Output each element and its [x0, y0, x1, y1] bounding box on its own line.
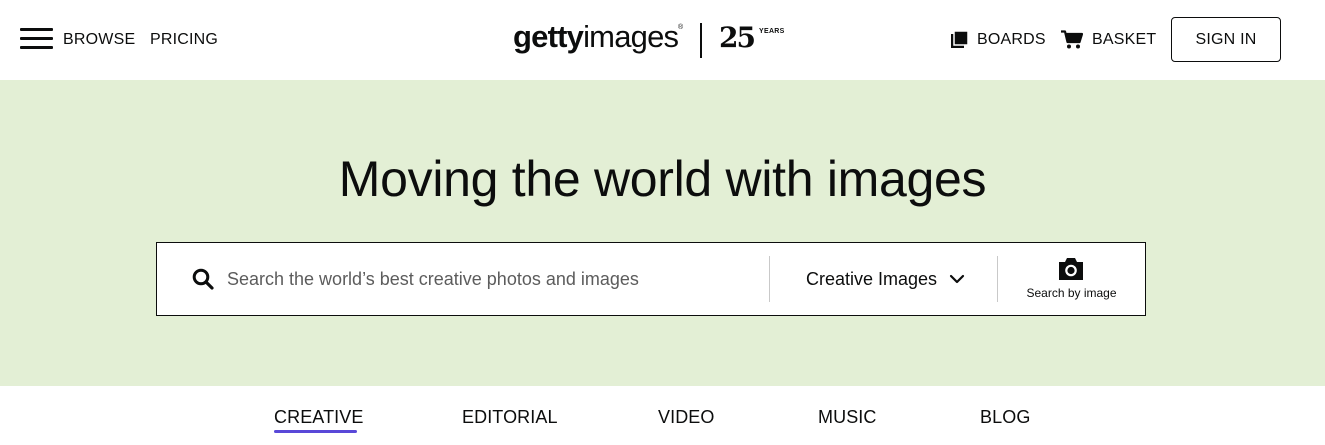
active-tab-indicator	[274, 430, 357, 433]
chevron-down-icon	[949, 274, 965, 284]
browse-link[interactable]: BROWSE	[63, 30, 135, 50]
site-header: BROWSE PRICING gettyimages ® 25 YEARS BO…	[0, 0, 1325, 80]
hamburger-line	[20, 46, 53, 49]
tab-editorial[interactable]: EDITORIAL	[462, 406, 558, 428]
search-icon[interactable]	[192, 268, 214, 290]
content-type-tabs: CREATIVE EDITORIAL VIDEO MUSIC BLOG	[0, 386, 1325, 445]
boards-icon[interactable]	[951, 31, 968, 48]
sign-in-button[interactable]: SIGN IN	[1171, 17, 1281, 62]
hero-title: Moving the world with images	[338, 151, 987, 207]
camera-icon	[1059, 258, 1083, 280]
logo-divider	[700, 23, 702, 58]
cart-icon[interactable]	[1061, 30, 1083, 49]
basket-link[interactable]: BASKET	[1092, 30, 1156, 50]
image-type-dropdown[interactable]: Creative Images	[770, 243, 997, 315]
search-input[interactable]	[227, 261, 747, 297]
tab-music[interactable]: MUSIC	[818, 406, 877, 428]
logo-getty-text: getty	[513, 19, 584, 54]
hamburger-line	[20, 37, 53, 40]
search-by-image-button[interactable]: Search by image	[998, 243, 1145, 315]
logo-images-text: images	[583, 19, 679, 54]
pricing-link[interactable]: PRICING	[150, 30, 218, 50]
search-by-image-label: Search by image	[1026, 286, 1117, 300]
logo-wordmark: gettyimages	[513, 18, 679, 56]
hamburger-line	[20, 28, 53, 31]
hamburger-menu-icon[interactable]	[20, 28, 53, 50]
logo-registered-mark: ®	[678, 24, 684, 31]
anniversary-word: YEARS	[759, 28, 785, 35]
search-bar: Creative Images Search by image	[156, 242, 1146, 316]
hero-section: Moving the world with images Creative Im…	[0, 80, 1325, 386]
image-type-selected: Creative Images	[806, 269, 938, 289]
tab-video[interactable]: VIDEO	[658, 406, 715, 428]
anniversary-number: 25	[719, 21, 756, 54]
tab-blog[interactable]: BLOG	[980, 406, 1030, 428]
boards-link[interactable]: BOARDS	[977, 30, 1046, 50]
tab-creative[interactable]: CREATIVE	[274, 406, 363, 428]
